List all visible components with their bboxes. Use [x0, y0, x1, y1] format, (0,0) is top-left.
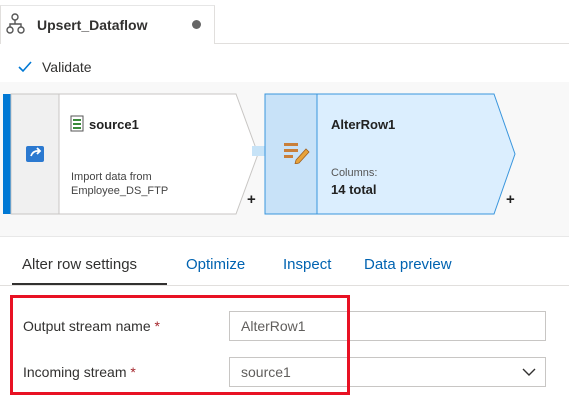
tab-title: Upsert_Dataflow — [37, 17, 148, 33]
tab-inspect[interactable]: Inspect — [283, 256, 331, 273]
alterrow1-columns-label: Columns: — [331, 167, 378, 179]
source-icon — [26, 146, 44, 162]
checkmark-icon — [18, 61, 32, 73]
alterrow1-columns-value: 14 total — [331, 182, 377, 197]
highlight-annotation-box — [10, 295, 350, 395]
source1-description-line1: Import data from — [71, 171, 152, 183]
add-transform-button-source[interactable]: + — [247, 191, 256, 208]
active-tab-underline — [12, 283, 167, 285]
validate-button[interactable]: Validate — [18, 55, 92, 79]
chevron-down-icon — [522, 368, 536, 376]
settings-tab-strip: Alter row settings Optimize Inspect Data… — [0, 246, 569, 286]
tab-bar-divider — [215, 43, 569, 44]
alter-row-icon — [284, 143, 310, 164]
dataset-icon — [70, 115, 84, 132]
source1-description-line2: Employee_DS_FTP — [71, 185, 169, 197]
tabs-divider — [0, 285, 569, 286]
source1-name: source1 — [89, 117, 139, 132]
canvas-bottom-border — [0, 236, 569, 237]
unsaved-indicator-icon — [192, 20, 201, 29]
validate-label: Validate — [42, 59, 92, 75]
tab-alter-row-settings[interactable]: Alter row settings — [22, 256, 137, 273]
tab-optimize[interactable]: Optimize — [186, 256, 245, 273]
add-transform-button-alterrow[interactable]: + — [506, 191, 515, 208]
tab-data-preview[interactable]: Data preview — [364, 256, 452, 273]
dataflow-icon — [6, 13, 25, 34]
alterrow1-name: AlterRow1 — [331, 117, 396, 132]
